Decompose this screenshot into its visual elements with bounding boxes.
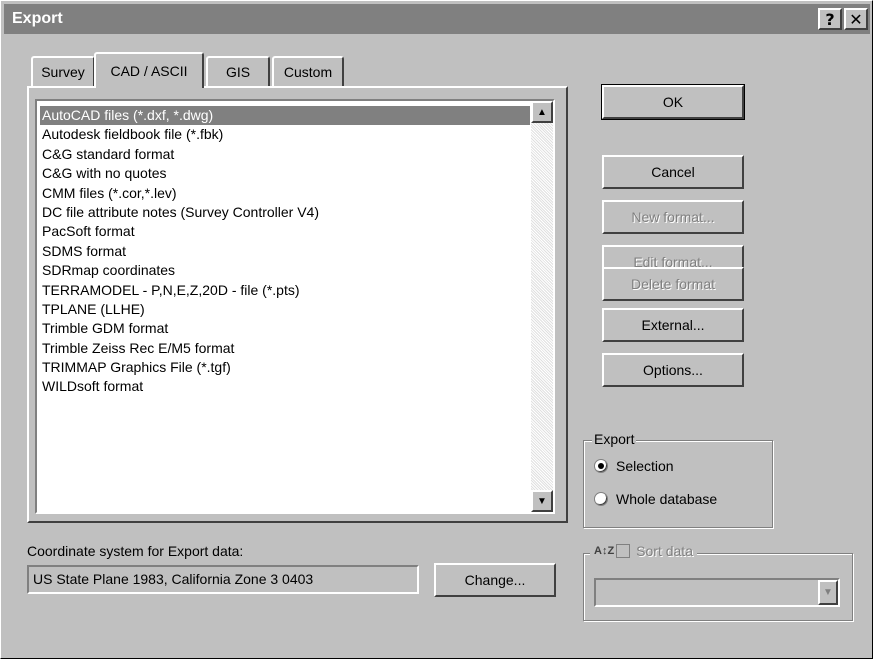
external-label: External...: [641, 317, 705, 333]
tab-label: Custom: [283, 64, 333, 80]
whole-database-radio[interactable]: Whole database: [594, 491, 717, 507]
sort-checkbox[interactable]: [616, 544, 631, 558]
vertical-scrollbar[interactable]: ▲ ▼: [531, 101, 553, 512]
format-list-item[interactable]: PacSoft format: [40, 222, 530, 241]
tab-survey[interactable]: Survey: [31, 56, 95, 86]
dropdown-arrow-icon[interactable]: ▼: [818, 580, 838, 605]
new-format-label: New format...: [631, 209, 715, 225]
change-button[interactable]: Change...: [434, 563, 556, 597]
format-list[interactable]: AutoCAD files (*.dxf, *.dwg) Autodesk fie…: [35, 99, 555, 514]
selection-radio[interactable]: Selection: [594, 458, 674, 474]
sort-az-icon: A↕Z: [594, 545, 615, 557]
format-list-item[interactable]: TERRAMODEL - P,N,E,Z,20D - file (*.pts): [40, 281, 530, 300]
sort-label: Sort data: [636, 543, 693, 559]
cancel-label: Cancel: [651, 164, 695, 180]
tab-custom[interactable]: Custom: [272, 56, 344, 86]
format-list-items: AutoCAD files (*.dxf, *.dwg) Autodesk fie…: [40, 106, 530, 397]
format-list-item[interactable]: DC file attribute notes (Survey Controll…: [40, 203, 530, 222]
change-label: Change...: [464, 572, 526, 588]
format-list-item[interactable]: TRIMMAP Graphics File (*.tgf): [40, 358, 530, 377]
cancel-button[interactable]: Cancel: [602, 155, 744, 189]
format-list-item[interactable]: WILDsoft format: [40, 377, 530, 396]
tab-label: Survey: [41, 64, 85, 80]
export-group-label: Export: [592, 431, 637, 447]
help-button[interactable]: ?: [818, 8, 842, 30]
tab-label: GIS: [225, 64, 251, 80]
close-button[interactable]: ✕: [844, 8, 868, 30]
new-format-button[interactable]: New format...: [602, 200, 744, 234]
export-groupbox: [583, 440, 773, 528]
options-label: Options...: [643, 362, 703, 378]
delete-format-button[interactable]: Delete format: [602, 267, 744, 301]
delete-format-label: Delete format: [630, 276, 716, 292]
format-list-item[interactable]: SDMS format: [40, 242, 530, 261]
format-list-item[interactable]: AutoCAD files (*.dxf, *.dwg): [40, 106, 530, 126]
tab-cad-ascii[interactable]: CAD / ASCII: [94, 52, 204, 88]
whole-database-label: Whole database: [616, 491, 718, 507]
selection-label: Selection: [616, 458, 674, 474]
format-list-item[interactable]: C&G standard format: [40, 145, 530, 164]
format-list-item[interactable]: Trimble Zeiss Rec E/M5 format: [40, 339, 530, 358]
format-list-item[interactable]: Autodesk fieldbook file (*.fbk): [40, 125, 530, 144]
radio-checked-icon: [594, 459, 608, 473]
dialog-title: Export: [12, 10, 63, 27]
scroll-up-icon[interactable]: ▲: [531, 101, 553, 123]
format-list-item[interactable]: C&G with no quotes: [40, 164, 530, 183]
coord-label: Coordinate system for Export data:: [27, 543, 244, 559]
external-button[interactable]: External...: [602, 308, 744, 342]
sort-header: A↕Z Sort data: [590, 543, 697, 559]
format-list-item[interactable]: TPLANE (LLHE): [40, 300, 530, 319]
tab-label: CAD / ASCII: [110, 63, 188, 79]
coord-value-field: US State Plane 1983, California Zone 3 0…: [27, 565, 419, 594]
format-list-item[interactable]: CMM files (*.cor,*.lev): [40, 184, 530, 203]
options-button[interactable]: Options...: [602, 353, 744, 387]
format-list-item[interactable]: Trimble GDM format: [40, 319, 530, 338]
ok-button[interactable]: OK: [601, 84, 745, 120]
format-list-item[interactable]: SDRmap coordinates: [40, 261, 530, 280]
sort-dropdown[interactable]: ▼: [594, 578, 840, 607]
tab-gis[interactable]: GIS: [206, 56, 270, 86]
ok-label: OK: [662, 94, 684, 110]
scroll-down-icon[interactable]: ▼: [531, 490, 553, 512]
radio-unchecked-icon: [594, 492, 608, 506]
title-bar[interactable]: Export ? ✕: [4, 4, 870, 34]
